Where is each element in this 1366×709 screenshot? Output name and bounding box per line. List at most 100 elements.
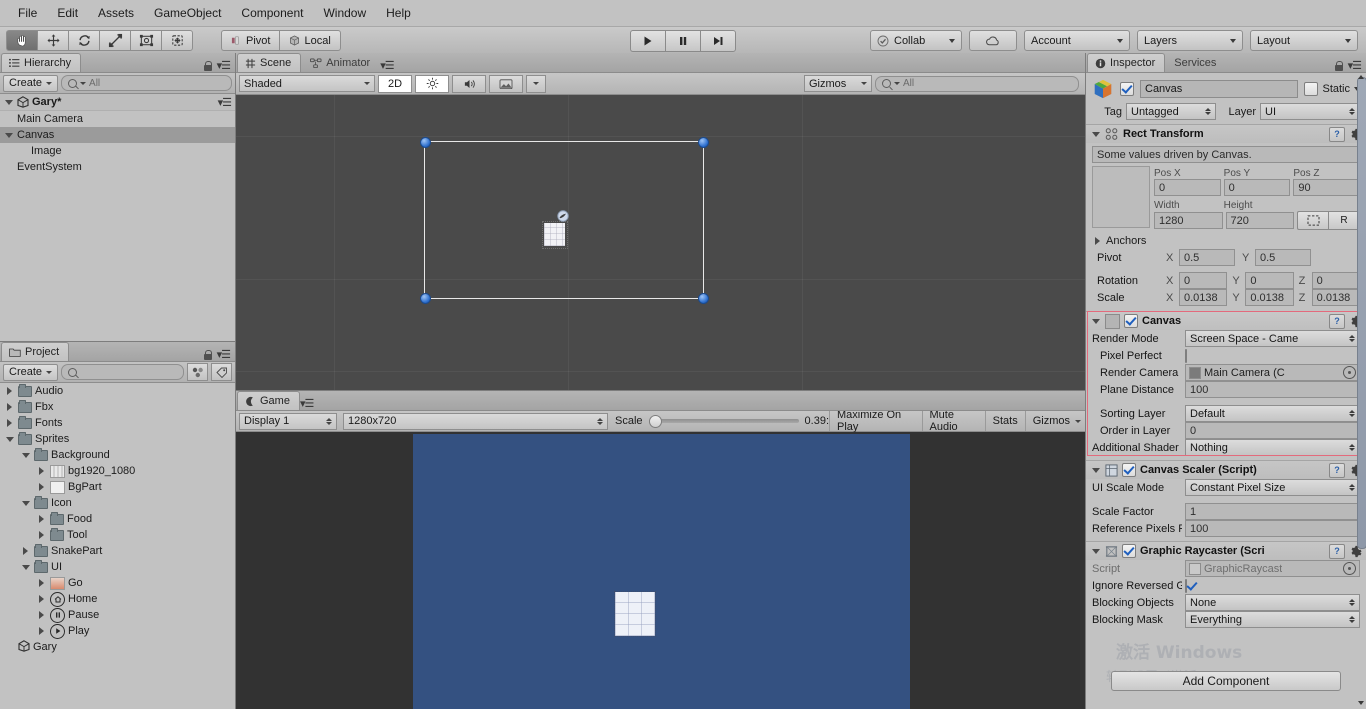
canvas-textfield-order-in-layer[interactable]: 0	[1185, 422, 1360, 439]
hierarchy-item-image[interactable]: Image	[0, 143, 235, 159]
project-item-food[interactable]: Food	[0, 511, 235, 527]
menu-item-assets[interactable]: Assets	[88, 4, 144, 22]
menu-item-help[interactable]: Help	[376, 4, 421, 22]
hierarchy-tree[interactable]: Gary* ▾☰ Main Camera Canvas Image EventSyst…	[0, 94, 235, 341]
hand-tool-button[interactable]	[6, 30, 37, 51]
project-item-snakepart[interactable]: SnakePart	[0, 543, 235, 559]
canvas-checkbox-pixel-perfect[interactable]	[1185, 348, 1187, 363]
hierarchy-item-canvas[interactable]: Canvas	[0, 127, 235, 143]
pivot-y-field[interactable]: 0.5	[1255, 249, 1311, 266]
foldout-arrow[interactable]	[20, 562, 31, 573]
help-icon[interactable]: ?	[1329, 313, 1345, 329]
canvas-scaler-enabled-checkbox[interactable]	[1122, 463, 1136, 477]
graphic-raycaster-objectfield-script[interactable]: GraphicRaycast	[1185, 560, 1360, 577]
project-item-fonts[interactable]: Fonts	[0, 415, 235, 431]
foldout-arrow[interactable]	[20, 546, 31, 557]
game-scale-slider[interactable]	[648, 415, 799, 428]
scale-x-field[interactable]: 0.0138	[1179, 289, 1228, 306]
scene-shading-dropdown[interactable]: Shaded	[239, 75, 375, 92]
static-checkbox[interactable]	[1304, 82, 1319, 96]
local-button[interactable]: Local	[279, 30, 341, 51]
tab-services[interactable]: Services	[1166, 53, 1226, 72]
scale-z-field[interactable]: 0.0138	[1311, 289, 1360, 306]
project-item-tool[interactable]: Tool	[0, 527, 235, 543]
blueprint-mode-button[interactable]: R	[1328, 211, 1360, 230]
lock-icon[interactable]	[203, 60, 213, 71]
anchors-foldout[interactable]	[1092, 235, 1103, 246]
rect-handle-top-left[interactable]	[420, 137, 431, 148]
canvas-foldout[interactable]	[1090, 316, 1101, 327]
foldout-arrow[interactable]	[4, 402, 15, 413]
project-item-bgpart[interactable]: BgPart	[0, 479, 235, 495]
project-item-home[interactable]: Home	[0, 591, 235, 607]
foldout-arrow[interactable]	[36, 594, 47, 605]
project-item-gary[interactable]: Gary	[0, 639, 235, 655]
object-name-input[interactable]: Canvas	[1140, 80, 1299, 98]
canvas-enabled-checkbox[interactable]	[1124, 314, 1138, 328]
panel-menu-icon[interactable]: ▾☰	[380, 60, 394, 72]
game-resolution-dropdown[interactable]: 1280x720	[343, 412, 608, 430]
rotation-y-field[interactable]: 0	[1245, 272, 1294, 289]
foldout-arrow[interactable]	[4, 418, 15, 429]
help-icon[interactable]: ?	[1329, 543, 1345, 559]
graphic-raycaster-dropdown-blocking-objects[interactable]: None	[1185, 594, 1360, 611]
graphic-raycaster-checkbox-ignore-reversed-gra[interactable]	[1185, 578, 1187, 593]
scene-viewport[interactable]	[236, 95, 1085, 390]
layer-dropdown[interactable]: UI	[1260, 103, 1360, 120]
game-display-dropdown[interactable]: Display 1	[239, 412, 337, 430]
layers-button[interactable]: Layers	[1137, 30, 1243, 51]
pos-z-field[interactable]: 90	[1293, 179, 1361, 196]
project-item-fbx[interactable]: Fbx	[0, 399, 235, 415]
width-field[interactable]: 1280	[1154, 212, 1223, 229]
collab-button[interactable]: Collab	[870, 30, 962, 51]
project-search-input[interactable]	[61, 364, 184, 380]
layout-button[interactable]: Layout	[1250, 30, 1358, 51]
scene-menu-icon[interactable]: ▾☰	[218, 96, 235, 109]
object-picker-icon[interactable]	[1343, 562, 1356, 575]
canvas-dropdown-additional-shader-ch[interactable]: Nothing	[1185, 439, 1360, 456]
scene-fx-toggle[interactable]	[489, 74, 523, 93]
rotate-tool-button[interactable]	[68, 30, 99, 51]
tab-game[interactable]: Game	[237, 391, 300, 410]
project-item-play[interactable]: Play	[0, 623, 235, 639]
project-item-background[interactable]: Background	[0, 447, 235, 463]
foldout-arrow[interactable]	[36, 530, 47, 541]
inspector-scrollbar-thumb[interactable]	[1357, 77, 1366, 549]
foldout-arrow[interactable]	[36, 626, 47, 637]
scene-fx-dropdown[interactable]	[526, 74, 546, 93]
step-button[interactable]	[700, 29, 736, 52]
project-item-audio[interactable]: Audio	[0, 383, 235, 399]
foldout-arrow[interactable]	[36, 482, 47, 493]
project-item-icon[interactable]: Icon	[0, 495, 235, 511]
hierarchy-search-input[interactable]: All	[61, 75, 232, 91]
menu-item-edit[interactable]: Edit	[47, 4, 88, 22]
foldout-arrow[interactable]	[4, 434, 15, 445]
static-toggle[interactable]: Static	[1304, 82, 1360, 96]
foldout-arrow[interactable]	[20, 450, 31, 461]
canvas-objectfield-render-camera[interactable]: Main Camera (C	[1185, 364, 1360, 381]
pause-button[interactable]	[665, 29, 700, 52]
filter-by-label-button[interactable]	[211, 363, 232, 381]
rect-handle-top-right[interactable]	[698, 137, 709, 148]
cloud-button[interactable]	[969, 30, 1017, 51]
anchor-preset-box[interactable]	[1092, 166, 1150, 228]
menu-item-window[interactable]: Window	[313, 4, 376, 22]
menu-item-file[interactable]: File	[8, 4, 47, 22]
scene-audio-toggle[interactable]	[452, 74, 486, 93]
pivot-button[interactable]: Pivot	[221, 30, 280, 51]
graphic-raycaster-dropdown-blocking-mask[interactable]: Everything	[1185, 611, 1360, 628]
hierarchy-item-main-camera[interactable]: Main Camera	[0, 111, 235, 127]
transform-tool-button[interactable]	[161, 30, 193, 51]
filter-by-type-button[interactable]	[187, 363, 208, 381]
scene-2d-toggle[interactable]: 2D	[378, 74, 412, 93]
panel-menu-icon[interactable]: ▾☰	[300, 398, 314, 410]
inspector-scrollbar[interactable]	[1357, 75, 1366, 695]
rect-handle-bottom-left[interactable]	[420, 293, 431, 304]
hierarchy-item-eventsystem[interactable]: EventSystem	[0, 159, 235, 175]
game-scale-knob[interactable]	[648, 415, 662, 428]
tab-scene[interactable]: Scene	[237, 53, 302, 72]
height-field[interactable]: 720	[1225, 212, 1294, 229]
rect-transform-header[interactable]: Rect Transform ?	[1086, 124, 1366, 143]
canvas-scaler-textfield-reference-pixels-per[interactable]: 100	[1185, 520, 1360, 537]
scene-search-input[interactable]: All	[875, 75, 1079, 92]
